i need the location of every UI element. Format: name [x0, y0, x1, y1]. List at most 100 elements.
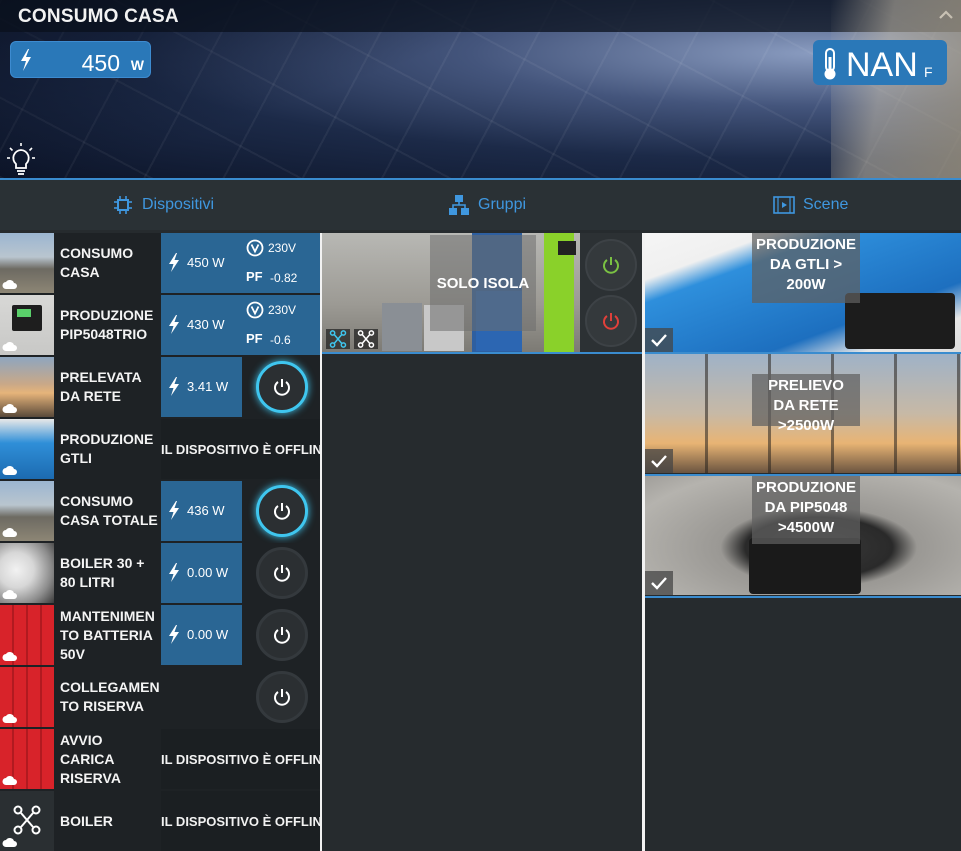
scene-name: PRODUZIONE DA PIP5048 >4500W: [752, 476, 860, 544]
scene-check-button[interactable]: [645, 571, 673, 595]
bolt-icon: [169, 377, 179, 396]
header-banner: CONSUMO CASA 450 W NAN F: [0, 0, 961, 178]
device-power-cell: 450 W: [161, 233, 242, 293]
device-name: PRODUZIONE GTLI: [60, 431, 154, 466]
tab-scenes-label: Scene: [803, 196, 849, 213]
group-off-button[interactable]: [585, 295, 637, 347]
device-power-cell: 436 W: [161, 481, 242, 541]
power-toggle-button[interactable]: [256, 609, 308, 661]
device-row[interactable]: AVVIO CARICA RISERVA IL DISPOSITIVO È OF…: [0, 729, 320, 789]
power-icon: [603, 257, 619, 274]
power-toggle-button[interactable]: [256, 485, 308, 537]
device-row[interactable]: CONSUMO CASA TOTALE 436 W: [0, 481, 320, 541]
cloud-icon: [2, 279, 18, 289]
cloud-icon: [2, 403, 18, 413]
tab-groups-label: Gruppi: [478, 196, 527, 213]
power-icon: [274, 565, 290, 582]
thermometer-icon: [824, 48, 836, 80]
cloud-icon: [2, 589, 18, 599]
device-offline-status: IL DISPOSITIVO È OFFLINE: [161, 791, 320, 851]
device-power-value: 430 W: [187, 317, 225, 332]
cloud-icon: [2, 651, 18, 661]
title-bar: CONSUMO CASA: [0, 0, 961, 32]
scene-check-button[interactable]: [645, 328, 673, 352]
scene-name: PRELIEVO DA RETE >2500W: [752, 374, 860, 434]
temperature-value: NAN: [846, 46, 918, 84]
device-toggle-cell: [242, 357, 320, 417]
chip-icon: [114, 196, 132, 214]
device-name: PRELEVATA DA RETE: [60, 369, 142, 404]
group-icon: [13, 805, 41, 835]
device-thumbnail: [0, 791, 54, 851]
device-power-value: 0.00 W: [187, 565, 229, 580]
group-card[interactable]: SOLO ISOLA: [322, 233, 642, 352]
device-row[interactable]: PRELEVATA DA RETE 3.41 W: [0, 357, 320, 417]
check-icon: [651, 577, 667, 590]
cloud-icon: [2, 713, 18, 723]
device-thumbnail: [0, 667, 54, 727]
device-row[interactable]: CONSUMO CASA 450 W 230V PF -0.82: [0, 233, 320, 293]
temperature-badge: NAN F: [813, 40, 947, 85]
device-power-cell: 0.00 W: [161, 543, 242, 603]
bolt-icon: [169, 625, 179, 644]
power-icon: [274, 379, 290, 396]
group-icon: [326, 329, 350, 349]
device-toggle-cell: [242, 667, 320, 727]
power-toggle-button[interactable]: [256, 547, 308, 599]
power-toggle-button[interactable]: [256, 671, 308, 723]
device-row[interactable]: PRODUZIONE PIP5048TRIO 430 W 230V PF -0.…: [0, 295, 320, 355]
scene-card[interactable]: PRODUZIONE DA GTLI > 200W: [645, 233, 961, 352]
group-icon: [354, 329, 378, 349]
device-toggle-cell: [242, 543, 320, 603]
tab-groups[interactable]: Gruppi: [448, 180, 526, 230]
tab-devices[interactable]: Dispositivi: [112, 180, 214, 230]
tab-scenes[interactable]: Scene: [773, 180, 848, 230]
temperature-unit: F: [924, 64, 933, 80]
device-name: PRODUZIONE PIP5048TRIO: [60, 307, 154, 342]
device-power-value: 0.00 W: [187, 627, 229, 642]
scene-separator: [645, 596, 961, 598]
device-name: MANTENIMEN TO BATTERIA 50V: [60, 607, 155, 662]
device-name: COLLEGAMEN TO RISERVA: [60, 679, 160, 714]
bolt-icon: [169, 253, 179, 272]
chevron-up-icon[interactable]: [937, 6, 955, 24]
device-row[interactable]: BOILER IL DISPOSITIVO È OFFLINE: [0, 791, 320, 851]
device-row[interactable]: BOILER 30 + 80 LITRI 0.00 W: [0, 543, 320, 603]
device-row[interactable]: PRODUZIONE GTLI IL DISPOSITIVO È OFFLINE: [0, 419, 320, 479]
total-power-value: 450: [81, 50, 120, 76]
device-voltage: 230V: [268, 241, 297, 255]
device-thumbnail: [0, 543, 54, 603]
voltage-icon: [246, 239, 264, 257]
device-power-value: 436 W: [187, 503, 225, 518]
network-icon: [449, 195, 469, 215]
group-on-button[interactable]: [585, 239, 637, 291]
power-icon: [274, 503, 290, 520]
power-factor-label: PF: [246, 331, 263, 346]
bolt-icon: [21, 49, 31, 71]
scene-card[interactable]: PRELIEVO DA RETE >2500W: [645, 354, 961, 473]
power-toggle-button[interactable]: [256, 361, 308, 413]
group-actions: [580, 233, 642, 352]
device-name: AVVIO CARICA RISERVA: [60, 731, 121, 786]
device-power-value: 450 W: [187, 255, 225, 270]
total-power-unit: W: [130, 57, 144, 73]
device-meta-cell: 230V PF -0.6: [242, 295, 320, 355]
power-icon: [603, 313, 619, 330]
device-thumbnail: [0, 295, 54, 355]
power-factor-label: PF: [246, 269, 263, 284]
device-row[interactable]: MANTENIMEN TO BATTERIA 50V 0.00 W: [0, 605, 320, 665]
scene-name: PRODUZIONE DA GTLI > 200W: [752, 233, 860, 303]
device-meta-cell: 230V PF -0.82: [242, 233, 320, 293]
power-icon: [274, 627, 290, 644]
scene-check-button[interactable]: [645, 449, 673, 473]
scene-card[interactable]: PRODUZIONE DA PIP5048 >4500W: [645, 476, 961, 595]
device-voltage: 230V: [268, 303, 297, 317]
device-thumbnail: [0, 605, 54, 665]
check-icon: [651, 455, 667, 468]
lightbulb-icon[interactable]: [6, 142, 36, 176]
device-power-cell: 3.41 W: [161, 357, 242, 417]
device-thumbnail: [0, 357, 54, 417]
device-name: CONSUMO CASA: [60, 245, 134, 280]
device-thumbnail: [0, 481, 54, 541]
device-row[interactable]: COLLEGAMEN TO RISERVA: [0, 667, 320, 727]
